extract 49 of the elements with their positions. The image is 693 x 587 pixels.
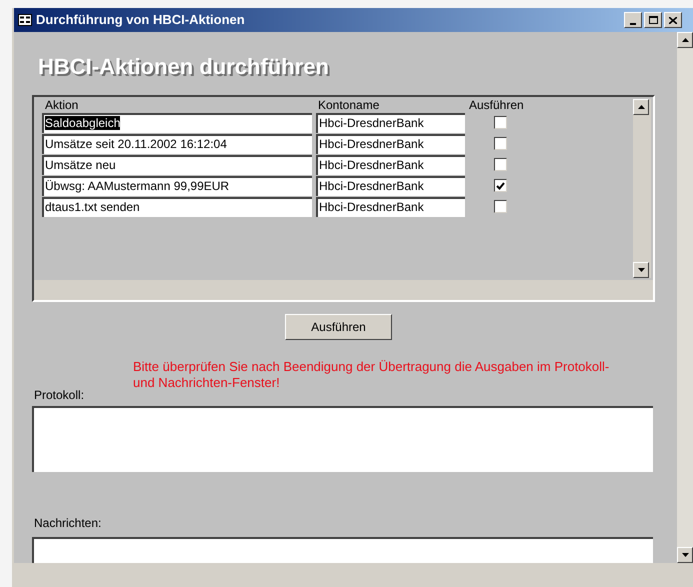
- scrollbar[interactable]: [633, 99, 651, 278]
- action-text: dtaus1.txt senden: [45, 200, 140, 214]
- execute-checkbox[interactable]: [494, 158, 507, 171]
- form-heading: HBCI-Aktionen durchführen: [38, 53, 330, 81]
- action-field[interactable]: dtaus1.txt senden: [42, 196, 312, 216]
- action-field[interactable]: Umsätze seit 20.11.2002 16:12:04: [42, 134, 312, 154]
- action-text: Saldoabgleich: [45, 116, 120, 130]
- account-field[interactable]: Hbci-DresdnerBank: [316, 196, 465, 216]
- execute-checkbox[interactable]: [494, 116, 507, 129]
- window-scrollbar[interactable]: [677, 32, 693, 563]
- scroll-down-button[interactable]: [633, 262, 649, 278]
- nachrichten-field[interactable]: [32, 537, 653, 563]
- window-title: Durchführung von HBCI-Aktionen: [36, 11, 245, 30]
- action-field[interactable]: Saldoabgleich: [42, 112, 312, 132]
- account-field[interactable]: Hbci-DresdnerBank: [316, 176, 465, 196]
- scroll-down-button[interactable]: [677, 547, 693, 563]
- scroll-up-button[interactable]: [633, 99, 649, 115]
- column-header: Ausführen: [468, 98, 524, 112]
- minimize-icon: [630, 23, 636, 25]
- up-arrow-icon: [682, 38, 688, 42]
- execute-checkbox[interactable]: [494, 200, 507, 213]
- account-field[interactable]: Hbci-DresdnerBank: [316, 112, 465, 132]
- maximize-icon: [648, 16, 658, 24]
- execute-checkbox[interactable]: [494, 137, 507, 150]
- account-field[interactable]: Hbci-DresdnerBank: [316, 134, 465, 154]
- form-icon: [18, 14, 32, 26]
- down-arrow-icon: [682, 553, 688, 557]
- scroll-up-button[interactable]: [677, 32, 693, 48]
- column-header: Aktion: [44, 98, 80, 112]
- execute-checkbox[interactable]: [494, 179, 507, 192]
- maximize-button[interactable]: [644, 12, 662, 28]
- down-arrow-icon: [638, 268, 644, 272]
- action-text: Umsätze seit 20.11.2002 16:12:04: [45, 136, 227, 150]
- column-header: Kontoname: [317, 98, 380, 112]
- action-field[interactable]: Umsätze neu: [42, 154, 312, 174]
- action-text: Übwsg: AAMustermann 99,99EUR: [45, 178, 230, 192]
- up-arrow-icon: [638, 105, 644, 109]
- run-button[interactable]: Ausführen: [285, 314, 392, 340]
- action-field[interactable]: Übwsg: AAMustermann 99,99EUR: [42, 176, 312, 196]
- close-icon: [669, 16, 677, 24]
- warning-text: Bitte überprüfen Sie nach Beendigung der Übertragung die Ausgaben im Protokoll- und Nachrichten-Fenster!: [133, 359, 610, 391]
- checkmark-icon: [496, 182, 505, 190]
- action-text: Umsätze neu: [45, 158, 116, 172]
- protokoll-label: Protokoll:: [34, 387, 84, 404]
- minimize-button[interactable]: [624, 12, 642, 28]
- close-button[interactable]: [664, 12, 682, 28]
- account-field[interactable]: Hbci-DresdnerBank: [316, 154, 465, 174]
- nachrichten-label: Nachrichten:: [34, 516, 102, 530]
- protokoll-field[interactable]: [32, 406, 653, 472]
